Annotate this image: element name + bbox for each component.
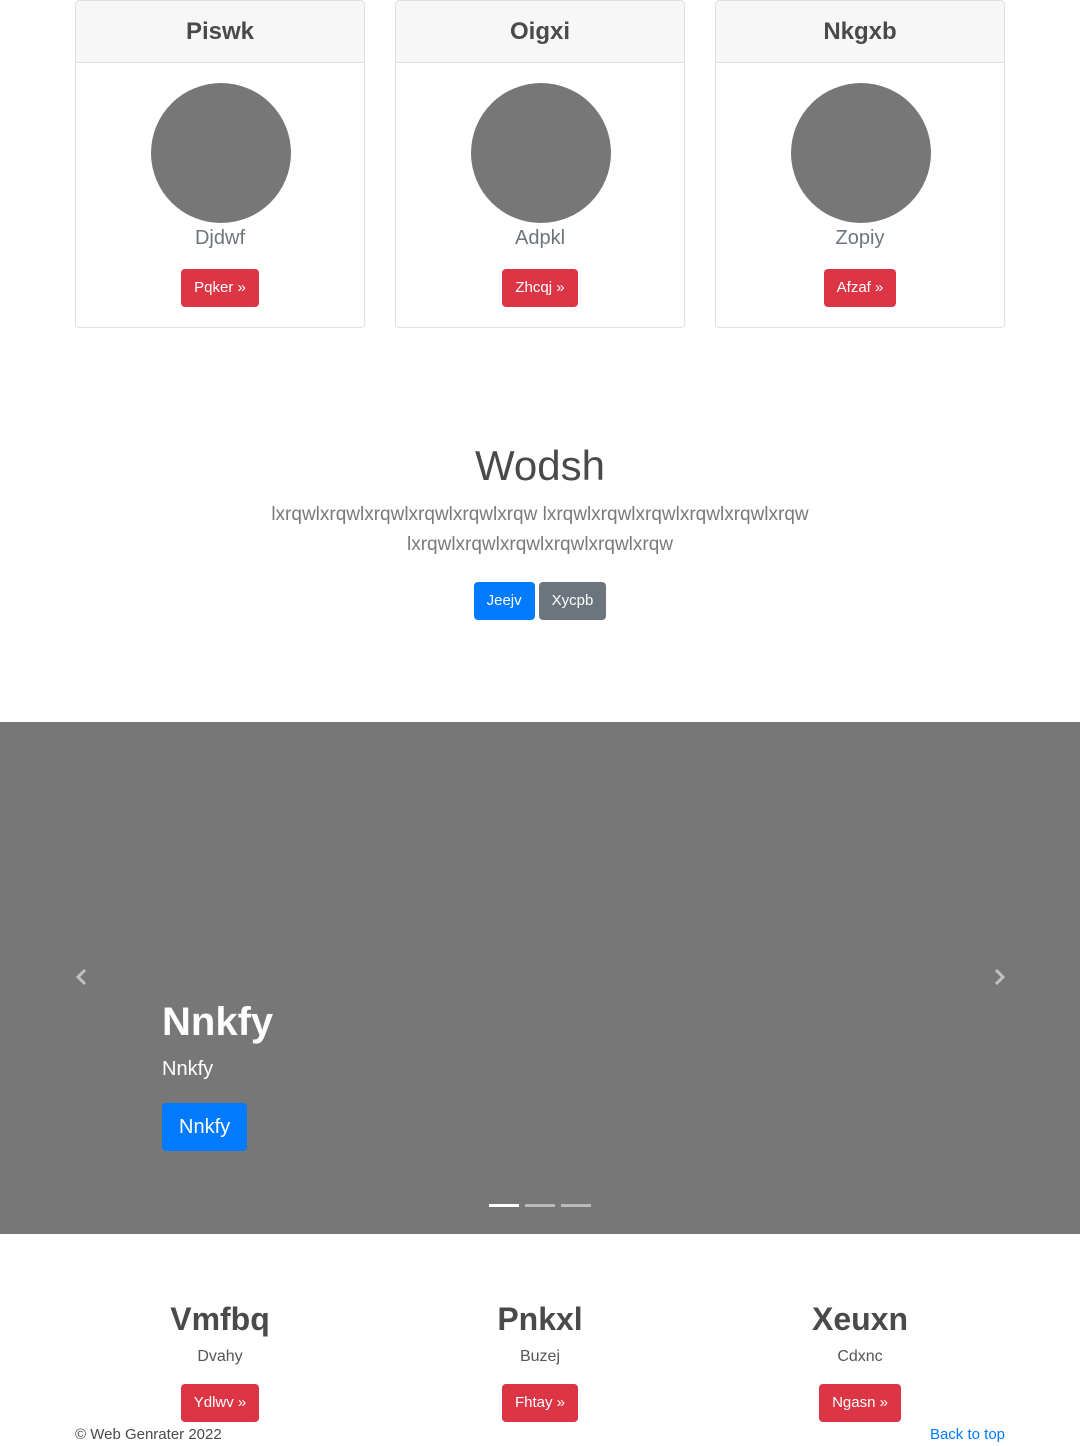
footer-copyright: © Web Genrater 2022 <box>75 1426 222 1443</box>
feature-button[interactable]: Ydlwv » <box>180 1384 260 1422</box>
card-avatar-image <box>151 83 291 223</box>
carousel-indicator-1[interactable] <box>489 1204 519 1207</box>
hero-lead-text: lxrqwlxrqwlxrqwlxrqwlxrqwlxrqw lxrqwlxrq… <box>271 504 809 555</box>
feature-text: Buzej <box>519 1348 561 1365</box>
carousel-caption-title: Nnkfy <box>162 1000 274 1044</box>
card: Piswk Djdwf Pqker » <box>75 0 365 328</box>
feature-text: Dvahy <box>197 1348 243 1365</box>
card-subtitle: Adpkl <box>514 227 566 249</box>
card-title: Nkgxb <box>716 1 1004 63</box>
hero-primary-button[interactable]: Jeejv <box>473 582 535 620</box>
card: Oigxi Adpkl Zhcqj » <box>395 0 685 328</box>
carousel-indicators <box>489 1204 591 1207</box>
carousel-indicator-2[interactable] <box>525 1204 555 1207</box>
feature-button[interactable]: Ngasn » <box>819 1384 901 1422</box>
carousel: Nnkfy Nnkfy Nnkfy <box>0 722 1080 1234</box>
card-button[interactable]: Pqker » <box>181 269 259 307</box>
feature-text: Cdxnc <box>837 1348 883 1365</box>
feature-title: Xeuxn <box>811 1301 909 1337</box>
card-title: Oigxi <box>396 1 684 63</box>
feature-column: Pnkxl Buzej Fhtay » <box>395 1298 685 1422</box>
carousel-prev-button[interactable] <box>67 962 97 992</box>
card-avatar-image <box>791 83 931 223</box>
feature-title: Vmfbq <box>170 1301 270 1337</box>
feature-title: Pnkxl <box>497 1301 583 1337</box>
carousel-caption-text: Nnkfy <box>162 1058 214 1080</box>
card-title: Piswk <box>76 1 364 63</box>
hero-section: Wodsh lxrqwlxrqwlxrqwlxrqwlxrqwlxrqw lxr… <box>0 440 1080 620</box>
card-button[interactable]: Afzaf » <box>823 269 897 307</box>
carousel-caption: Nnkfy Nnkfy Nnkfy <box>162 997 273 1151</box>
feature-column: Xeuxn Cdxnc Ngasn » <box>715 1298 1005 1422</box>
carousel-next-button[interactable] <box>984 962 1014 992</box>
card-deck: Piswk Djdwf Pqker » Oigxi Adpkl Zhcqj » … <box>75 0 1005 328</box>
feature-column: Vmfbq Dvahy Ydlwv » <box>75 1298 365 1422</box>
card-subtitle: Zopiy <box>835 227 885 249</box>
hero-secondary-button[interactable]: Xycpb <box>538 582 607 620</box>
feature-row: Vmfbq Dvahy Ydlwv » Pnkxl Buzej Fhtay » … <box>75 1298 1005 1428</box>
back-to-top-link[interactable]: Back to top <box>930 1425 1005 1445</box>
card: Nkgxb Zopiy Afzaf » <box>715 0 1005 328</box>
chevron-right-icon <box>994 968 1006 986</box>
card-avatar-image <box>471 83 611 223</box>
carousel-caption-button[interactable]: Nnkfy <box>162 1103 248 1151</box>
hero-button-group: Jeejv Xycpb <box>0 582 1080 620</box>
feature-button[interactable]: Fhtay » <box>501 1384 579 1422</box>
chevron-left-icon <box>75 968 87 986</box>
card-button[interactable]: Zhcqj » <box>502 269 578 307</box>
carousel-indicator-3[interactable] <box>561 1204 591 1207</box>
card-subtitle: Djdwf <box>194 227 245 249</box>
hero-title: Wodsh <box>475 442 605 489</box>
